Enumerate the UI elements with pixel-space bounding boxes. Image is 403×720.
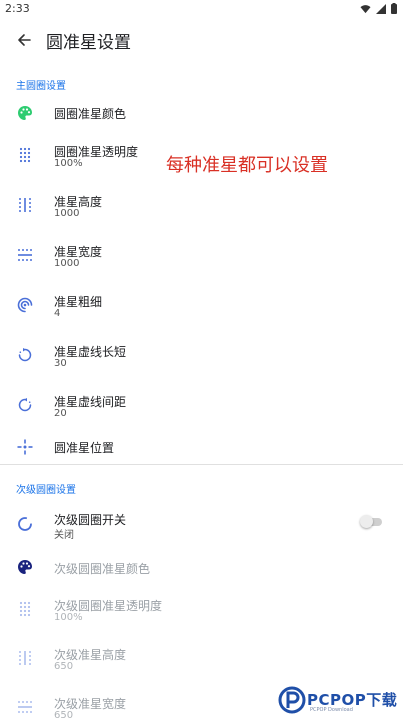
pref-summary: 30	[54, 358, 67, 369]
pref-main-dash-gap[interactable]: 准星虚线间距 20	[0, 390, 403, 422]
palette-icon	[16, 558, 34, 576]
back-button[interactable]	[10, 26, 38, 54]
annotation-text: 每种准星都可以设置	[166, 155, 328, 176]
watermark-sub: PCPOP Download	[310, 707, 353, 713]
crosshair-position-icon	[16, 438, 34, 456]
pref-main-color[interactable]: 圆圈准星颜色	[0, 100, 403, 126]
pref-summary: 1000	[54, 258, 80, 269]
pref-summary: 关闭	[54, 530, 74, 541]
secondary-circle-toggle[interactable]	[360, 515, 382, 528]
pcpop-logo-icon	[278, 686, 306, 714]
pref-title: 圆圈准星颜色	[54, 107, 127, 121]
status-icons	[360, 3, 397, 14]
pref-secondary-height[interactable]: 次级准星高度 650	[0, 643, 403, 675]
section-header-secondary: 次级圆圈设置	[16, 485, 76, 496]
pref-summary: 650	[54, 710, 74, 720]
pref-main-position[interactable]: 圆准星位置	[0, 434, 403, 460]
arrow-back-icon	[18, 34, 31, 46]
pref-summary: 1000	[54, 208, 80, 219]
circle-toggle-icon	[16, 515, 34, 533]
page-title: 圆准星设置	[46, 33, 131, 53]
opacity-dots-icon	[16, 146, 34, 164]
pref-summary: 100%	[54, 612, 83, 623]
height-icon	[16, 649, 34, 667]
pref-secondary-switch[interactable]: 次级圆圈开关 关闭	[0, 508, 403, 542]
pref-summary: 100%	[54, 158, 83, 169]
opacity-dots-icon	[16, 600, 34, 618]
pref-title: 准星粗细	[54, 295, 103, 309]
palette-icon	[16, 104, 34, 122]
pref-main-thickness[interactable]: 准星粗细 4	[0, 290, 403, 322]
dash-gap-icon	[16, 396, 34, 414]
pref-title: 次级圆圈准星颜色	[54, 562, 151, 576]
section-divider	[0, 464, 403, 465]
pref-secondary-color[interactable]: 次级圆圈准星颜色	[0, 555, 403, 581]
wifi-icon	[360, 4, 371, 13]
settings-screen: 2:33 圆准星设置 主圆圈设置 圆圈准星颜色 圆圈准星透明度 100% 准星高…	[0, 0, 403, 720]
thickness-icon	[16, 296, 34, 314]
width-icon	[16, 698, 34, 716]
pref-title: 圆准星位置	[54, 441, 115, 455]
pref-secondary-opacity[interactable]: 次级圆圈准星透明度 100%	[0, 594, 403, 626]
dash-length-icon	[16, 346, 34, 364]
section-header-main: 主圆圈设置	[16, 81, 66, 92]
height-icon	[16, 196, 34, 214]
pref-summary: 20	[54, 408, 67, 419]
pref-main-dash-length[interactable]: 准星虚线长短 30	[0, 340, 403, 372]
signal-icon	[376, 3, 386, 14]
status-bar: 2:33	[0, 0, 403, 18]
watermark: PCPOP下载 PCPOP Download	[278, 682, 403, 720]
toggle-thumb	[360, 515, 373, 528]
status-time: 2:33	[5, 2, 30, 15]
app-bar: 圆准星设置	[0, 18, 403, 62]
pref-main-width[interactable]: 准星宽度 1000	[0, 240, 403, 272]
pref-summary: 4	[54, 308, 61, 319]
battery-icon	[391, 3, 397, 14]
width-icon	[16, 246, 34, 264]
pref-summary: 650	[54, 661, 74, 672]
pref-main-height[interactable]: 准星高度 1000	[0, 190, 403, 222]
